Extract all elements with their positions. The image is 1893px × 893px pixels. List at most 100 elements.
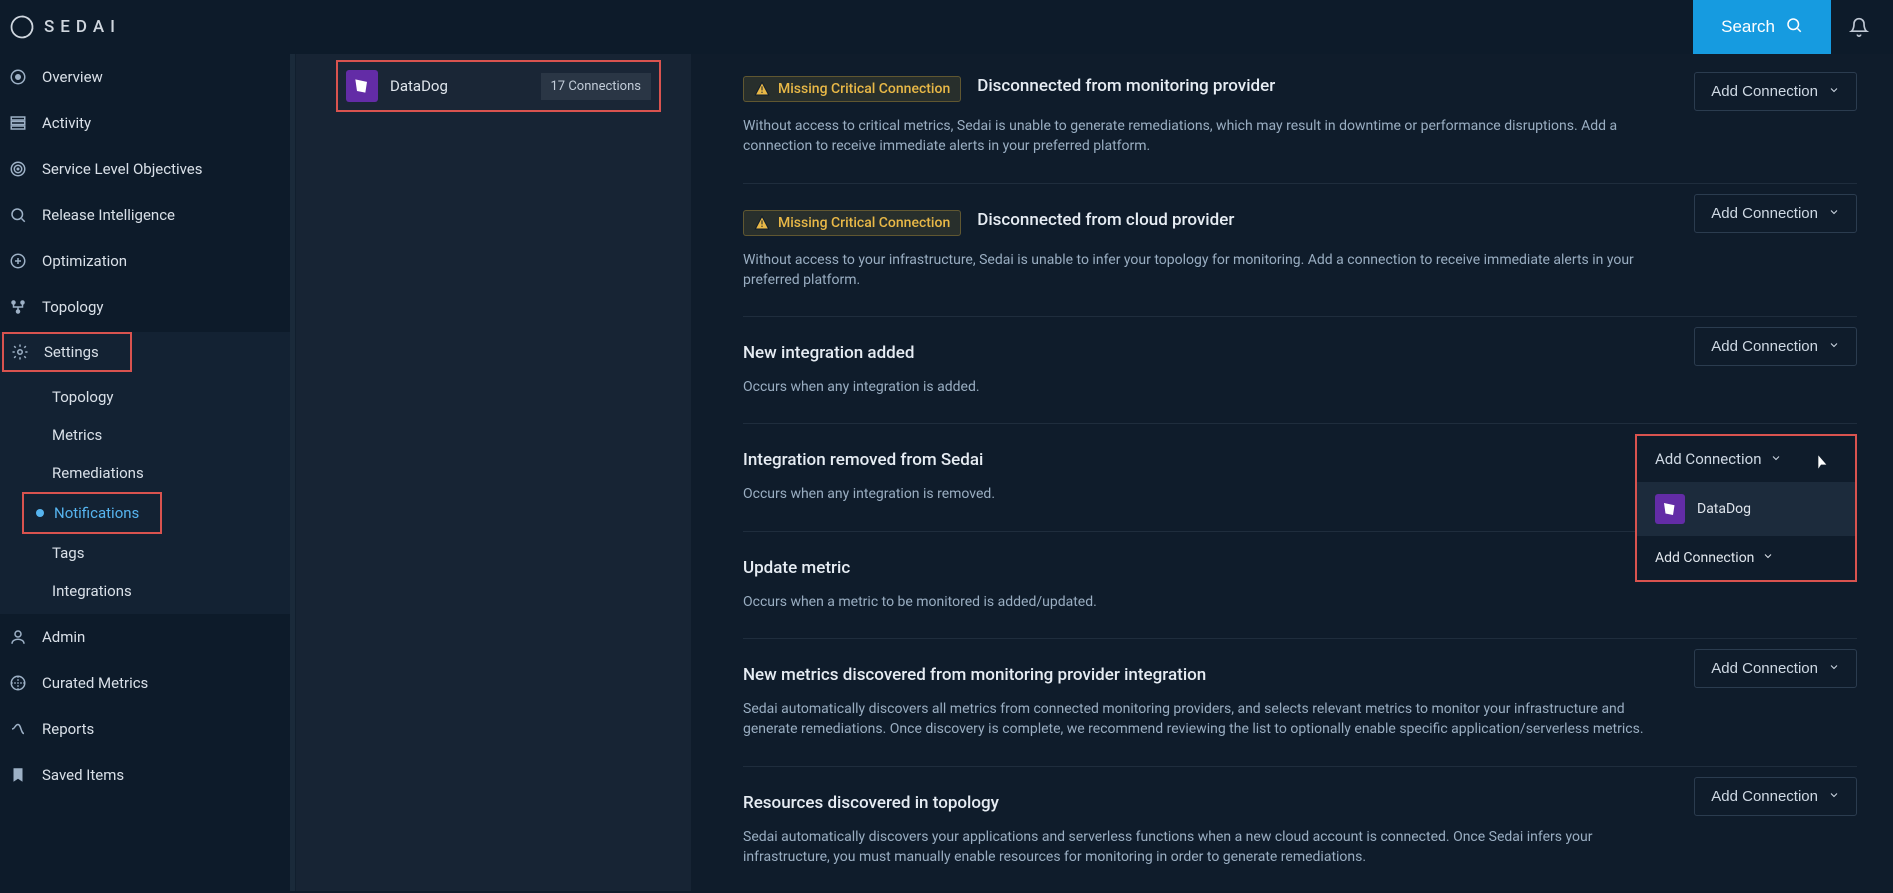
chevron-down-icon [1828,788,1840,805]
sidebar-item-slo[interactable]: Service Level Objectives [0,146,295,192]
notification-title: Resources discovered in topology [743,793,999,813]
sidebar-item-overview[interactable]: Overview [0,54,295,100]
sidebar-sub-label: Tags [52,544,84,562]
sidebar-item-label: Optimization [42,252,127,270]
search-small-icon [8,205,28,225]
notification-description: Occurs when any integration is removed. [743,484,1663,504]
sidebar-item-label: Release Intelligence [42,206,175,224]
sidebar-item-label: Topology [42,298,103,316]
sidebar-sub-label: Remediations [52,464,144,482]
sidebar-item-label: Service Level Objectives [42,160,203,178]
badge-label: Missing Critical Connection [778,215,950,231]
chevron-down-icon [1828,660,1840,677]
user-icon [8,627,28,647]
notification-title: New integration added [743,343,914,363]
bookmark-icon [8,765,28,785]
activity-icon [8,113,28,133]
notification-title: Update metric [743,558,850,578]
sidebar-item-activity[interactable]: Activity [0,100,295,146]
add-connection-label: Add Connection [1711,788,1818,805]
add-connection-label: Add Connection [1655,450,1762,468]
chevron-down-icon [1770,450,1782,468]
optimization-icon [8,251,28,271]
dropdown-option-datadog[interactable]: DataDog [1637,482,1855,536]
chevron-down-icon [1828,205,1840,222]
chevron-down-icon [1828,338,1840,355]
search-button[interactable]: Search [1693,0,1831,54]
notification-row: Resources discovered in topology Sedai a… [743,767,1857,893]
add-connection-button[interactable]: Add Connection [1694,72,1857,111]
notifications-bell-icon[interactable] [1849,17,1869,37]
add-connection-button[interactable]: Add Connection [1694,194,1857,233]
sidebar: Overview Activity Service Level Objectiv… [0,54,296,891]
sidebar-item-topology[interactable]: Topology [0,284,295,330]
notification-title: Integration removed from Sedai [743,450,983,470]
brand-name: SEDAI [44,17,121,37]
add-connection-label: Add Connection [1711,83,1818,100]
integration-card-datadog[interactable]: DataDog 17 Connections [336,60,661,112]
notifications-list: Missing Critical Connection Disconnected… [691,54,1893,891]
notification-description: Occurs when a metric to be monitored is … [743,592,1663,612]
sidebar-sub-topology[interactable]: Topology [52,378,295,416]
sidebar-item-optimization[interactable]: Optimization [0,238,295,284]
add-connection-button[interactable]: Add Connection [1637,536,1855,580]
sidebar-sub-remediations[interactable]: Remediations [52,454,295,492]
integrations-panel: DataDog 17 Connections [296,54,691,891]
notification-row: New metrics discovered from monitoring p… [743,639,1857,767]
add-connection-button[interactable]: Add Connection [1694,649,1857,688]
overview-icon [8,67,28,87]
notification-title: Disconnected from monitoring provider [977,76,1275,96]
notification-description: Sedai automatically discovers all metric… [743,699,1663,740]
cursor-icon [1813,454,1829,474]
datadog-icon [346,70,378,102]
brand-icon [8,13,36,41]
sidebar-item-admin[interactable]: Admin [0,614,295,660]
notification-row: New integration added Occurs when any in… [743,317,1857,424]
sidebar-item-label: Activity [42,114,91,132]
brand-logo: SEDAI [8,13,121,41]
integration-connection-count: 17 Connections [541,73,652,100]
notification-row: Integration removed from Sedai Occurs wh… [743,424,1857,531]
metrics-icon [8,673,28,693]
sidebar-sub-integrations[interactable]: Integrations [52,572,295,610]
search-label: Search [1721,17,1775,37]
search-icon [1785,16,1803,39]
sidebar-item-label: Saved Items [42,766,124,784]
sidebar-item-saved-items[interactable]: Saved Items [0,752,295,798]
sidebar-item-label: Settings [44,343,99,361]
sidebar-sub-metrics[interactable]: Metrics [52,416,295,454]
notification-title: New metrics discovered from monitoring p… [743,665,1206,685]
topology-icon [8,297,28,317]
notification-description: Sedai automatically discovers your appli… [743,827,1663,868]
sidebar-item-settings[interactable]: Settings [2,332,132,372]
missing-connection-badge: Missing Critical Connection [743,76,961,102]
add-connection-dropdown: Add Connection DataDog Add Connection [1635,434,1857,582]
sidebar-item-label: Admin [42,628,85,646]
add-connection-label: Add Connection [1711,205,1818,222]
missing-connection-badge: Missing Critical Connection [743,210,961,236]
chevron-down-icon [1762,550,1774,566]
sidebar-sub-notifications[interactable]: Notifications [22,492,162,534]
target-icon [8,159,28,179]
notification-description: Without access to critical metrics, Seda… [743,116,1663,157]
sidebar-item-reports[interactable]: Reports [0,706,295,752]
add-connection-button-open[interactable]: Add Connection [1637,436,1855,482]
sidebar-item-label: Reports [42,720,94,738]
notification-title: Disconnected from cloud provider [977,210,1234,230]
reports-icon [8,719,28,739]
sidebar-sub-label: Metrics [52,426,102,444]
sidebar-sub-tags[interactable]: Tags [52,534,295,572]
sidebar-sub-label: Integrations [52,582,132,600]
datadog-icon [1655,494,1685,524]
add-connection-button[interactable]: Add Connection [1694,777,1857,816]
notification-row: Missing Critical Connection Disconnected… [743,62,1857,184]
warning-icon [754,81,770,97]
badge-label: Missing Critical Connection [778,81,950,97]
sidebar-item-label: Curated Metrics [42,674,148,692]
sidebar-item-release-intelligence[interactable]: Release Intelligence [0,192,295,238]
sidebar-sub-label: Notifications [54,504,139,522]
add-connection-button[interactable]: Add Connection [1694,327,1857,366]
warning-icon [754,215,770,231]
sidebar-item-curated-metrics[interactable]: Curated Metrics [0,660,295,706]
chevron-down-icon [1828,83,1840,100]
